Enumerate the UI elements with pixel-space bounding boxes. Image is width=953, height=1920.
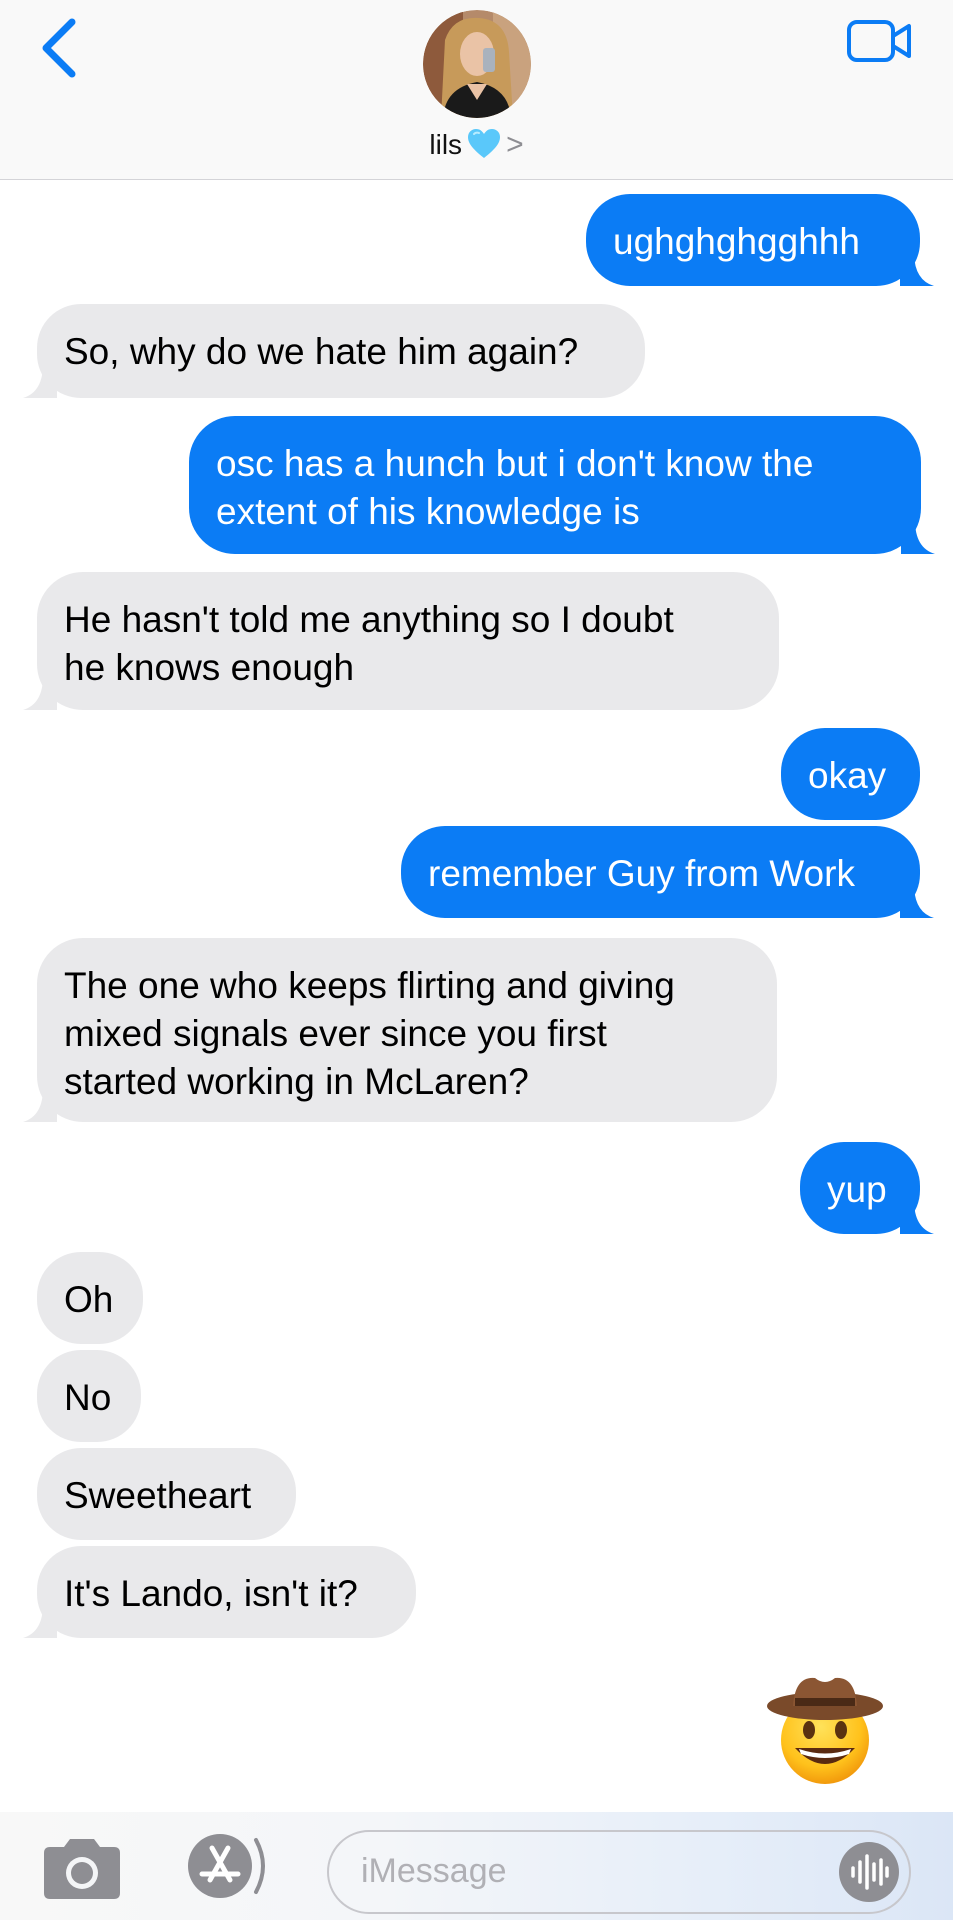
message-text: yup bbox=[827, 1169, 887, 1210]
message-text: remember Guy from Work bbox=[428, 853, 855, 894]
app-store-icon bbox=[188, 1834, 265, 1898]
bubble-tail bbox=[23, 364, 57, 398]
message-text-line: osc has a hunch but i don't know the bbox=[216, 443, 814, 484]
message-bubble-outgoing[interactable]: osc has a hunch but i don't know the ext… bbox=[189, 416, 935, 554]
message-text-line: mixed signals ever since you first bbox=[64, 1013, 607, 1054]
message-input-placeholder: iMessage bbox=[361, 1852, 507, 1890]
message-text: ughghghgghhh bbox=[613, 221, 860, 262]
message-text: It's Lando, isn't it? bbox=[64, 1573, 358, 1614]
message-bubble-incoming[interactable]: It's Lando, isn't it? bbox=[23, 1546, 416, 1638]
message-text: Oh bbox=[64, 1279, 114, 1320]
facetime-video-button[interactable] bbox=[845, 16, 915, 68]
bubble-tail bbox=[900, 252, 934, 286]
message-text-line: He hasn't told me anything so I doubt bbox=[64, 599, 674, 640]
message-text-line: extent of his knowledge is bbox=[216, 491, 640, 532]
bubble-tail bbox=[901, 520, 935, 554]
contact-name: lils bbox=[429, 129, 463, 160]
bubble-tail bbox=[23, 1604, 57, 1638]
light-blue-heart-icon bbox=[468, 129, 501, 158]
bubble-tail bbox=[23, 676, 57, 710]
bubble-tail bbox=[900, 1200, 934, 1234]
message-bubble-outgoing[interactable]: okay bbox=[781, 728, 920, 820]
message-bubble-incoming[interactable]: So, why do we hate him again? bbox=[23, 304, 645, 398]
audio-waveform-icon bbox=[839, 1842, 899, 1902]
bubble-tail bbox=[900, 884, 934, 918]
contact-avatar[interactable] bbox=[423, 10, 531, 118]
message-bubble-incoming[interactable]: Sweetheart bbox=[37, 1448, 296, 1540]
message-text: okay bbox=[808, 755, 887, 796]
composer-bar: iMessage bbox=[0, 1812, 953, 1920]
app-store-button[interactable] bbox=[178, 1830, 274, 1900]
bubble-tail bbox=[23, 1088, 57, 1122]
message-text-line: he knows enough bbox=[64, 647, 355, 688]
audio-message-button[interactable] bbox=[839, 1842, 899, 1902]
chevron-left-icon bbox=[42, 18, 76, 78]
message-text-line: The one who keeps flirting and giving bbox=[64, 965, 675, 1006]
back-button[interactable] bbox=[38, 16, 86, 80]
message-text: No bbox=[64, 1377, 112, 1418]
camera-icon bbox=[44, 1839, 120, 1899]
conversation-header: lils > bbox=[0, 0, 953, 180]
contact-name-button[interactable]: lils > bbox=[0, 128, 953, 162]
message-bubble-outgoing[interactable]: yup bbox=[800, 1142, 934, 1234]
message-text: Sweetheart bbox=[64, 1475, 252, 1516]
message-text-line: started working in McLaren? bbox=[64, 1061, 529, 1102]
camera-button[interactable] bbox=[40, 1835, 124, 1901]
message-bubble-outgoing[interactable]: ughghghgghhh bbox=[586, 194, 934, 286]
message-bubble-outgoing[interactable]: remember Guy from Work bbox=[401, 826, 934, 918]
chevron-right-icon: > bbox=[506, 128, 524, 161]
message-bubble-incoming[interactable]: No bbox=[37, 1350, 141, 1442]
video-camera-icon bbox=[847, 20, 911, 62]
message-text: So, why do we hate him again? bbox=[64, 331, 579, 372]
message-bubble-incoming[interactable]: He hasn't told me anything so I doubt he… bbox=[23, 572, 779, 710]
message-bubble-incoming[interactable]: Oh bbox=[37, 1252, 143, 1344]
message-bubble-incoming[interactable]: The one who keeps flirting and giving mi… bbox=[23, 938, 777, 1122]
message-input[interactable]: iMessage bbox=[327, 1830, 911, 1914]
cowboy-hat-face-emoji bbox=[767, 1677, 883, 1784]
